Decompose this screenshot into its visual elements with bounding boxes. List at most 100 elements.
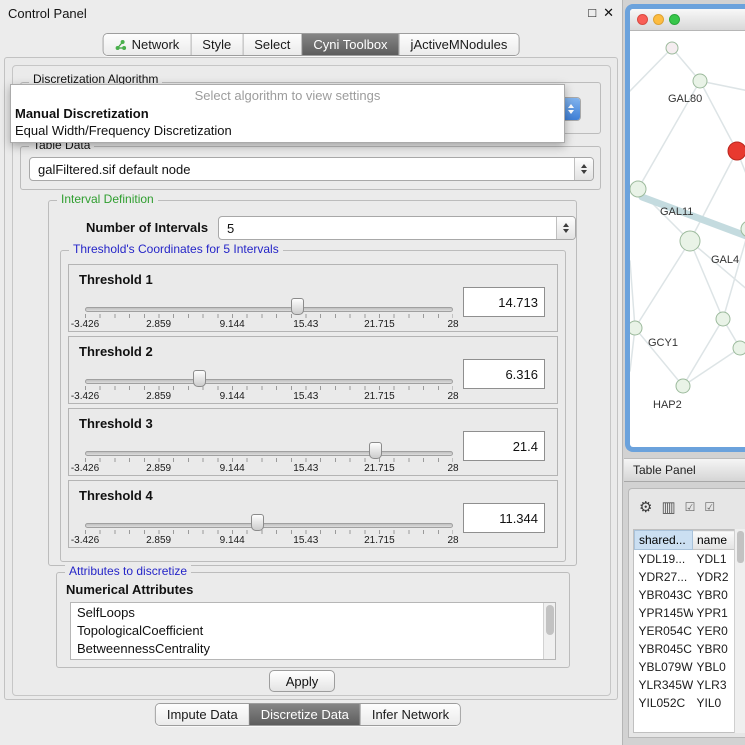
menu-item-equal-width-frequency[interactable]: Equal Width/Frequency Discretization <box>11 122 564 139</box>
table-row[interactable]: YIL052CYIL0 <box>635 694 745 712</box>
bottom-tab-bar: Impute Data Discretize Data Infer Networ… <box>155 703 461 726</box>
slider-track[interactable] <box>85 379 453 384</box>
table-row[interactable]: YBR043CYBR0 <box>635 586 745 604</box>
attribute-list-item[interactable]: TopologicalCoefficient <box>71 621 555 639</box>
network-node[interactable] <box>693 74 707 88</box>
network-canvas[interactable]: GAL80GAL11GAL4GCY1HAP2 <box>630 31 745 442</box>
table-panel-window: ⚙ ▥ ☑ ☑ shared... name YDL19...YDL1YDR27… <box>628 488 745 738</box>
section-title: Attributes to discretize <box>65 564 191 578</box>
float-window-icon[interactable]: □ <box>588 5 596 21</box>
node-table-body: YDL19...YDL1YDR27...YDR2YBR043CYBR0YPR14… <box>635 550 745 713</box>
slider-thumb[interactable] <box>251 514 264 531</box>
tab-label: Select <box>254 37 290 52</box>
combobox-stepper-icon[interactable] <box>556 217 575 239</box>
minimize-traffic-light-icon[interactable] <box>653 14 664 25</box>
zoom-traffic-light-icon[interactable] <box>669 14 680 25</box>
tab-infer-network[interactable]: Infer Network <box>360 704 460 725</box>
threshold-slider[interactable]: -3.4262.8599.14415.4321.71528 <box>85 295 453 331</box>
network-node[interactable] <box>630 321 642 335</box>
network-node[interactable] <box>676 379 690 393</box>
tick-label: 21.715 <box>364 391 395 402</box>
tab-discretize-data[interactable]: Discretize Data <box>249 704 360 725</box>
tick-label: 9.144 <box>220 463 245 474</box>
threshold-value-field[interactable]: 14.713 <box>463 287 545 317</box>
slider-track[interactable] <box>85 451 453 456</box>
column-header-shared-name[interactable]: shared... <box>635 531 693 550</box>
threshold-value-field[interactable]: 21.4 <box>463 431 545 461</box>
tab-style[interactable]: Style <box>190 34 242 55</box>
tab-select[interactable]: Select <box>242 34 301 55</box>
tick-label: 15.43 <box>293 391 318 402</box>
network-node-label: GAL11 <box>660 206 693 218</box>
tab-label: Cyni Toolbox <box>313 37 387 52</box>
table-panel-header[interactable]: Table Panel <box>624 458 745 482</box>
threshold-slider[interactable]: -3.4262.8599.14415.4321.71528 <box>85 511 453 547</box>
table-data-section: Table Data galFiltered.sif default node <box>20 146 601 190</box>
table-header-row: shared... name <box>635 531 745 550</box>
table-row[interactable]: YDL19...YDL1 <box>635 550 745 569</box>
threshold-slider[interactable]: -3.4262.8599.14415.4321.71528 <box>85 439 453 475</box>
columns-icon[interactable]: ▥ <box>661 498 675 516</box>
network-icon <box>115 39 127 51</box>
threshold-value: 21.4 <box>513 439 538 454</box>
apply-button[interactable]: Apply <box>269 670 335 692</box>
menu-item-manual-discretization[interactable]: Manual Discretization <box>11 105 564 122</box>
scrollbar-thumb[interactable] <box>737 531 744 563</box>
table-row[interactable]: YBR045CYBR0 <box>635 640 745 658</box>
slider-thumb[interactable] <box>291 298 304 315</box>
network-node[interactable] <box>630 181 646 197</box>
show-selected-checkbox-icon[interactable]: ☑ <box>704 500 715 514</box>
table-row[interactable]: YER054CYER0 <box>635 622 745 640</box>
network-node[interactable] <box>733 341 745 355</box>
scrollbar-thumb[interactable] <box>546 605 554 635</box>
close-traffic-light-icon[interactable] <box>637 14 648 25</box>
tab-label: Discretize Data <box>261 707 349 722</box>
threshold-label: Threshold 1 <box>79 272 153 287</box>
close-icon[interactable]: ✕ <box>603 5 614 21</box>
tick-label: 21.715 <box>364 463 395 474</box>
attribute-list-item[interactable]: SelfLoops <box>71 603 555 621</box>
slider-thumb[interactable] <box>193 370 206 387</box>
table-data-combobox[interactable]: galFiltered.sif default node <box>29 157 594 181</box>
network-node[interactable] <box>716 312 730 326</box>
tab-cyni-toolbox[interactable]: Cyni Toolbox <box>301 34 398 55</box>
num-intervals-label: Number of Intervals <box>86 220 208 235</box>
threshold-value: 14.713 <box>498 295 538 310</box>
tick-label: 15.43 <box>293 319 318 330</box>
table-row[interactable]: YPR145WYPR1 <box>635 604 745 622</box>
threshold-value-field[interactable]: 11.344 <box>463 503 545 533</box>
list-scrollbar[interactable] <box>543 603 555 659</box>
network-node[interactable] <box>666 42 678 54</box>
attribute-list-item[interactable]: BetweennessCentrality <box>71 639 555 657</box>
tick-label: 2.859 <box>146 391 171 402</box>
algorithm-dropdown-popup: Select algorithm to view settings Manual… <box>10 84 565 143</box>
gear-icon[interactable]: ⚙ <box>639 498 652 516</box>
tick-label: 2.859 <box>146 535 171 546</box>
slider-track[interactable] <box>85 523 453 528</box>
node-table: shared... name YDL19...YDL1YDR27...YDR2Y… <box>633 529 745 733</box>
tick-label: -3.426 <box>71 391 99 402</box>
threshold-slider[interactable]: -3.4262.8599.14415.4321.71528 <box>85 367 453 403</box>
tab-network[interactable]: Network <box>104 34 191 55</box>
select-all-checkbox-icon[interactable]: ☑ <box>685 500 696 514</box>
tab-jactivemnodules[interactable]: jActiveMNodules <box>399 34 519 55</box>
network-node[interactable] <box>728 142 745 160</box>
slider-track[interactable] <box>85 307 453 312</box>
slider-thumb[interactable] <box>369 442 382 459</box>
threshold-panel: Threshold 4 -3.4262.8599.14415.4321.7152… <box>68 480 558 548</box>
num-intervals-combobox[interactable]: 5 <box>218 216 576 240</box>
combobox-stepper-icon[interactable] <box>574 158 593 180</box>
network-node-label: HAP2 <box>653 399 682 411</box>
numerical-attributes-list[interactable]: SelfLoopsTopologicalCoefficientBetweenne… <box>70 602 556 660</box>
threshold-value-field[interactable]: 6.316 <box>463 359 545 389</box>
network-view-window: GAL80GAL11GAL4GCY1HAP2 <box>625 4 745 452</box>
tab-impute-data[interactable]: Impute Data <box>156 704 249 725</box>
table-scrollbar[interactable] <box>734 529 745 733</box>
combobox-value: 5 <box>219 217 556 239</box>
table-row[interactable]: YBL079WYBL0 <box>635 658 745 676</box>
network-node[interactable] <box>680 231 700 251</box>
table-row[interactable]: YLR345WYLR3 <box>635 676 745 694</box>
slider-ticks <box>85 530 453 534</box>
tick-label: -3.426 <box>71 463 99 474</box>
table-row[interactable]: YDR27...YDR2 <box>635 568 745 586</box>
